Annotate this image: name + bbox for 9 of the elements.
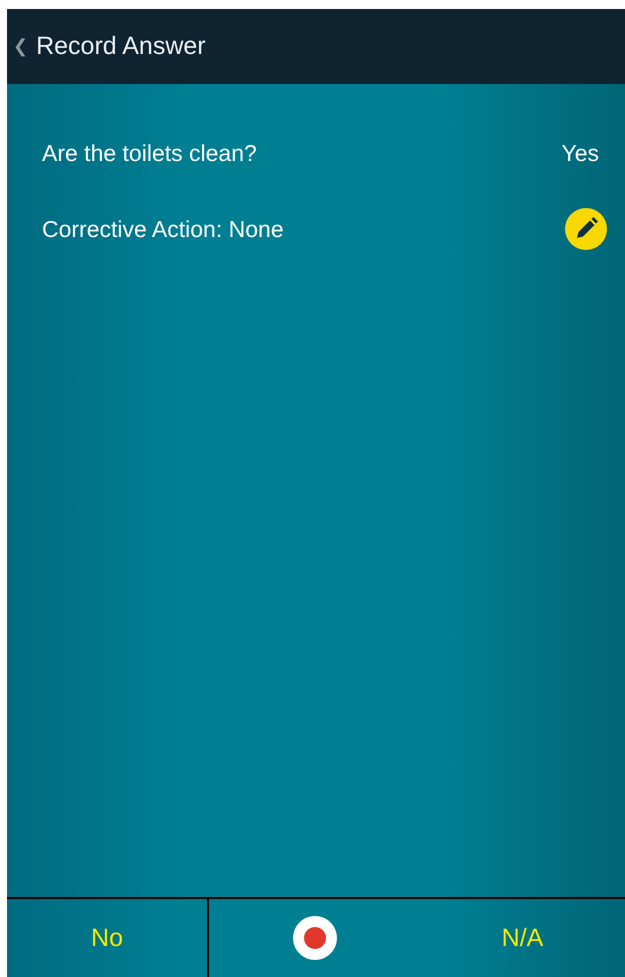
answer-button[interactable]: No [7,899,207,977]
answer-button[interactable]: N/A [420,899,625,977]
back-icon[interactable]: ❮ [13,36,28,57]
record-button[interactable] [292,915,338,961]
answer-value: Yes [561,140,599,166]
corrective-action-label: Corrective Action: None [42,216,284,242]
screen-title: Record Answer [36,32,206,61]
question-label: Are the toilets clean? [42,140,257,166]
pencil-icon[interactable] [565,208,607,250]
